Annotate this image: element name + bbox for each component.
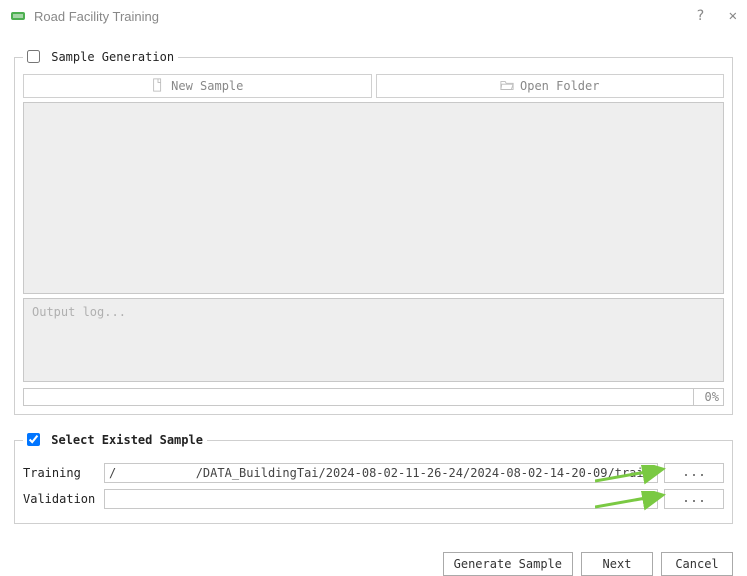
validation-path-input[interactable]	[104, 489, 658, 509]
sample-generation-legend: Sample Generation	[23, 50, 178, 64]
open-folder-button[interactable]: Open Folder	[376, 74, 725, 98]
sample-preview-panel	[23, 102, 724, 294]
next-button[interactable]: Next	[581, 552, 653, 576]
select-existed-sample-legend: Select Existed Sample	[23, 433, 207, 447]
select-existed-sample-checkbox[interactable]	[27, 433, 40, 446]
sample-generation-checkbox[interactable]	[27, 50, 40, 63]
new-sample-label: New Sample	[171, 79, 243, 93]
cancel-button[interactable]: Cancel	[661, 552, 733, 576]
document-icon	[151, 78, 165, 95]
output-log-panel: Output log...	[23, 298, 724, 382]
sample-generation-legend-text: Sample Generation	[51, 50, 174, 64]
progress-bar	[23, 388, 694, 406]
progress-percent: 0%	[694, 388, 724, 406]
help-button[interactable]: ?	[696, 8, 704, 24]
close-button[interactable]: ✕	[729, 8, 737, 24]
training-label: Training	[23, 466, 98, 480]
new-sample-button[interactable]: New Sample	[23, 74, 372, 98]
output-log-placeholder: Output log...	[32, 305, 126, 319]
validation-label: Validation	[23, 492, 98, 506]
open-folder-label: Open Folder	[520, 79, 599, 93]
select-existed-sample-legend-text: Select Existed Sample	[51, 433, 203, 447]
window-title: Road Facility Training	[34, 9, 696, 24]
folder-open-icon	[500, 78, 514, 95]
sample-generation-group: Sample Generation New Sample Open Folder…	[14, 50, 733, 415]
training-browse-button[interactable]: ...	[664, 463, 724, 483]
training-path-input[interactable]	[104, 463, 658, 483]
titlebar: Road Facility Training ? ✕	[0, 0, 747, 32]
validation-browse-button[interactable]: ...	[664, 489, 724, 509]
select-existed-sample-group: Select Existed Sample Training ... Valid…	[14, 433, 733, 524]
footer-buttons: Generate Sample Next Cancel	[0, 552, 747, 576]
app-icon	[10, 8, 26, 24]
generate-sample-button[interactable]: Generate Sample	[443, 552, 573, 576]
progress-row: 0%	[23, 388, 724, 406]
